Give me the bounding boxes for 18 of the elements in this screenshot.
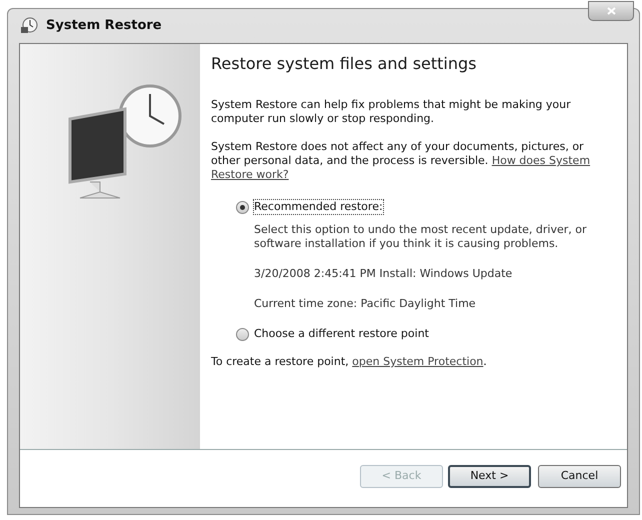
restore-point-info: 3/20/2008 2:45:41 PM Install: Windows Update [253, 267, 514, 281]
restore-point-info: Current time zone: Pacific Daylight Time [253, 297, 477, 311]
description-text: System Restore does not affect any of your documents, pictures, or other personal data, and the process is reversible. How does System Restore work? [211, 140, 592, 182]
close-icon [606, 7, 616, 15]
system-protection-link[interactable]: open System Protection [352, 355, 484, 368]
clock-icon [20, 17, 38, 35]
help-link[interactable]: Restore work? [211, 168, 289, 181]
restore-option-radio[interactable]: Recommended restore: [236, 200, 607, 214]
dialog-button[interactable]: Next > [448, 465, 531, 488]
window-title: System Restore [46, 17, 162, 36]
restore-option-radio[interactable]: Choose a different restore point [236, 327, 607, 341]
close-button[interactable] [588, 1, 634, 21]
help-link[interactable]: How does System [492, 154, 590, 167]
dialog-button[interactable]: Cancel [538, 465, 621, 488]
option-description: Select this option to undo the most recent update, driver, or software installation if you think it is causing problems. [253, 223, 588, 251]
description-text: System Restore can help fix problems that might be making your computer run slowly or stop responding. [211, 98, 572, 126]
page-heading: Restore system files and settings [211, 54, 478, 74]
footer-note: To create a restore point, open System Protection. [211, 355, 488, 369]
